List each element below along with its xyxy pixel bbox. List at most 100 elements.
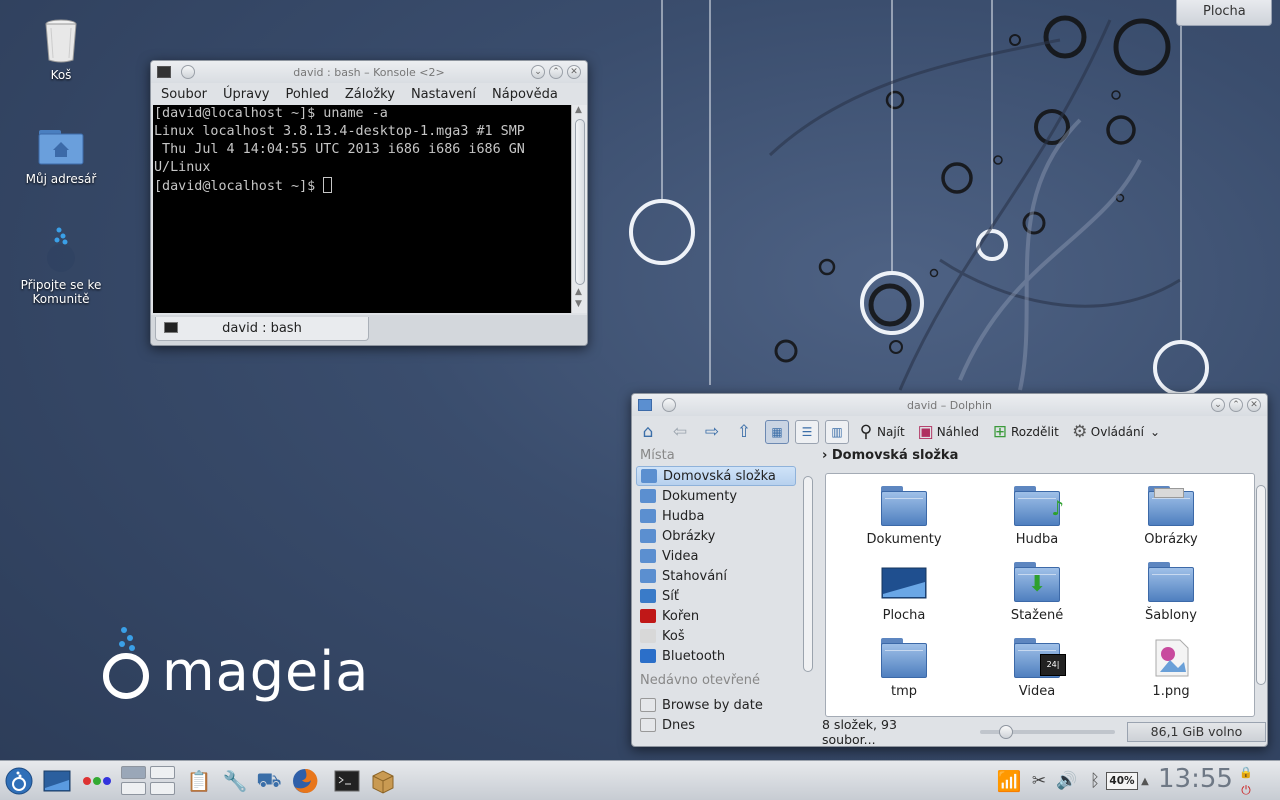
menu-soubor[interactable]: Soubor [161,87,207,102]
file-item[interactable]: ⬇ Stažené [977,562,1097,623]
file-view[interactable]: Dokumenty ♪ Hudba Obrázky Plocha ⬇ Stažené Šabl… [825,473,1255,717]
desktop-home[interactable]: Můj adresář [11,120,111,186]
scroll-up-icon[interactable]: ▲ [575,105,582,115]
file-item[interactable]: 1.png [1111,638,1231,699]
place-music[interactable]: Hudba [636,506,816,526]
pager-desktop-2[interactable] [150,766,175,779]
place-downloads[interactable]: Stahování [636,566,816,586]
dolphin-titlebar[interactable]: david – Dolphin ⌄ ⌃ ✕ [632,394,1267,416]
scroll-down-icon[interactable]: ▼ [575,299,582,309]
home-button[interactable]: ⌂ [637,421,659,443]
activity-tab[interactable]: Plocha [1176,0,1272,26]
file-view-scrollbar[interactable] [1255,473,1267,717]
konsole-titlebar[interactable]: david : bash – Konsole <2> ⌄ ⌃ ✕ [151,61,587,83]
scrollbar-thumb[interactable] [575,119,585,285]
pager-desktop-4[interactable] [150,782,175,795]
pager-desktop-3[interactable] [121,782,146,795]
file-item[interactable]: 24| Videa [977,638,1097,699]
clipboard-button[interactable]: 📋 [184,766,214,796]
back-button[interactable]: ⇦ [669,421,691,443]
free-space-indicator[interactable]: 86,1 GiB volno [1126,722,1266,742]
window-menu-button[interactable] [181,65,195,79]
maximize-button[interactable]: ⌃ [549,65,563,79]
close-button[interactable]: ✕ [567,65,581,79]
place-root[interactable]: Kořen [636,606,816,626]
file-item[interactable]: Dokumenty [844,486,964,547]
recent-browse-by-date[interactable]: Browse by date [636,695,816,715]
close-button[interactable]: ✕ [1247,398,1261,412]
trash-icon [37,16,85,64]
split-button[interactable]: ⊞ Rozdělit [989,421,1059,443]
find-button[interactable]: ⚲ Najít [855,421,905,443]
places-header: Místa [640,448,675,463]
menu-pohled[interactable]: Pohled [285,87,328,102]
application-launcher-button[interactable] [4,766,34,796]
zoom-slider[interactable] [979,725,1115,739]
scrollbar-thumb[interactable] [803,476,813,672]
activity-tab-label: Plocha [1203,4,1246,19]
forward-button[interactable]: ⇨ [701,421,723,443]
install-software-button[interactable]: ⛟ [254,766,284,796]
details-view-button[interactable]: ☰ [795,420,819,444]
place-trash[interactable]: Koš [636,626,816,646]
file-item[interactable]: Obrázky [1111,486,1231,547]
control-menu-button[interactable]: ⚙ Ovládání ⌄ [1069,421,1160,443]
terminal-scrollbar[interactable]: ▲ ▲ ▼ [571,105,587,313]
dolphin-taskbar-button[interactable] [368,766,398,796]
virtual-desktop-pager[interactable] [121,766,177,796]
pager-desktop-1[interactable] [121,766,146,779]
preview-button[interactable]: ▣ Náhled [915,421,979,443]
control-label: Ovládání [1090,425,1144,439]
terminal-line: Thu Jul 4 14:04:55 UTC 2013 i686 i686 i6… [154,142,525,157]
settings-tools-button[interactable]: 🔧 [220,766,250,796]
recent-today[interactable]: Dnes [636,715,816,735]
file-item[interactable]: ♪ Hudba [977,486,1097,547]
menu-upravy[interactable]: Úpravy [223,87,269,102]
konsole-tab[interactable]: david : bash [155,317,369,341]
up-button[interactable]: ⇧ [733,421,755,443]
file-item[interactable]: tmp [844,638,964,699]
menu-napoveda[interactable]: Nápověda [492,87,558,102]
activities-button[interactable] [82,766,112,796]
place-videos[interactable]: Videa [636,546,816,566]
volume-tray-button[interactable]: 🔊 [1052,766,1082,796]
place-documents[interactable]: Dokumenty [636,486,816,506]
place-network[interactable]: Síť [636,586,816,606]
place-home[interactable]: Domovská složka [636,466,796,486]
battery-indicator[interactable]: 40% [1106,772,1138,790]
columns-view-button[interactable]: ▥ [825,420,849,444]
lock-screen-button[interactable]: 🔒 [1236,764,1256,780]
scroll-up-icon[interactable]: ▲ [575,287,582,297]
minimize-button[interactable]: ⌄ [1211,398,1225,412]
clipboard-tray-button[interactable]: ✂ [1024,766,1054,796]
file-item[interactable]: Šablony [1111,562,1231,623]
window-menu-button[interactable] [662,398,676,412]
icons-view-button[interactable]: ▦ [765,420,789,444]
menu-zalozky[interactable]: Záložky [345,87,395,102]
network-tray-button[interactable]: 📶 [994,766,1024,796]
scrollbar-thumb[interactable] [1256,485,1266,685]
maximize-button[interactable]: ⌃ [1229,398,1243,412]
breadcrumb-current[interactable]: Domovská složka [832,448,958,463]
desktop-community[interactable]: Připojte se ke Komunitě [11,226,111,306]
show-desktop-button[interactable] [42,766,72,796]
place-pictures[interactable]: Obrázky [636,526,816,546]
zoom-slider-handle[interactable] [998,725,1013,739]
terminal-output[interactable]: [david@localhost ~]$ uname -a Linux local… [153,105,571,313]
desktop-trash[interactable]: Koš [11,16,111,82]
menu-nastaveni[interactable]: Nastavení [411,87,476,102]
dolphin-window[interactable]: david – Dolphin ⌄ ⌃ ✕ ⌂ ⇦ ⇨ ⇧ ▦ ☰ ▥ ⚲ Naj… [631,393,1268,747]
places-scrollbar[interactable] [801,464,815,740]
tray-expand-button[interactable]: ▲ [1136,766,1154,796]
breadcrumb[interactable]: › Domovská složka [822,448,958,463]
file-item[interactable]: Plocha [844,562,964,623]
folder-documents-icon [881,486,927,526]
clock[interactable]: 13:55 [1158,764,1233,794]
firefox-button[interactable] [290,766,320,796]
place-bluetooth[interactable]: Bluetooth [636,646,816,666]
minimize-button[interactable]: ⌄ [531,65,545,79]
konsole-taskbar-button[interactable] [332,766,362,796]
terminal-icon [164,322,178,333]
konsole-window[interactable]: david : bash – Konsole <2> ⌄ ⌃ ✕ Soubor … [150,60,588,346]
leave-button[interactable]: ⏻ [1236,782,1256,798]
